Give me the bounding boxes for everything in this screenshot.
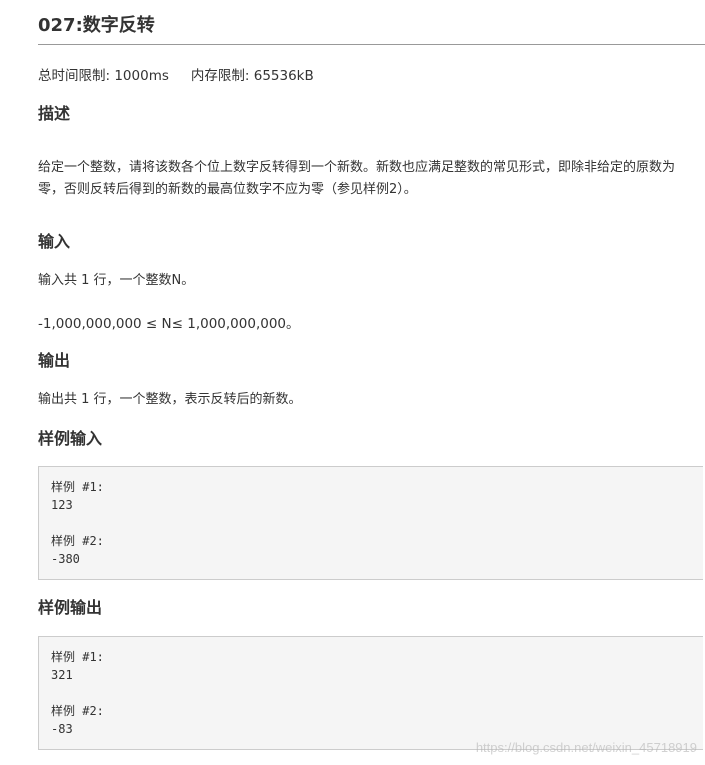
sample-output-heading: 样例输出	[38, 598, 103, 617]
sample-output-2-label: 样例 #2:	[51, 704, 104, 718]
sample-input-heading: 样例输入	[38, 429, 103, 448]
limits-line: 总时间限制: 1000ms 内存限制: 65536kB	[38, 66, 314, 86]
input-line-1: 输入共 1 行，一个整数N。	[38, 273, 195, 288]
watermark: https://blog.csdn.net/weixin_45718919	[475, 740, 697, 755]
input-line-2: -1,000,000,000 ≤ N≤ 1,000,000,000。	[38, 316, 300, 332]
output-line-1: 输出共 1 行，一个整数，表示反转后的新数。	[38, 392, 302, 407]
description-heading: 描述	[38, 104, 71, 123]
sample-output-2-value: -83	[51, 722, 73, 736]
sample-input-box: 样例 #1: 123 样例 #2: -380	[38, 466, 703, 580]
sample-input-2-value: -380	[51, 552, 80, 566]
title-divider	[38, 44, 705, 45]
sample-input-1-label: 样例 #1:	[51, 480, 104, 494]
sample-input-2-label: 样例 #2:	[51, 534, 104, 548]
output-heading: 输出	[38, 351, 71, 370]
memory-limit: 内存限制: 65536kB	[190, 68, 314, 84]
input-heading: 输入	[38, 232, 71, 251]
sample-output-1-label: 样例 #1:	[51, 650, 104, 664]
sample-output-box: 样例 #1: 321 样例 #2: -83	[38, 636, 703, 750]
time-limit: 总时间限制: 1000ms	[38, 68, 169, 84]
sample-input-1-value: 123	[51, 498, 73, 512]
page-title: 027:数字反转	[38, 15, 155, 36]
description-text: 给定一个整数，请将该数各个位上数字反转得到一个新数。新数也应满足整数的常见形式，…	[38, 160, 676, 197]
sample-output-1-value: 321	[51, 668, 73, 682]
